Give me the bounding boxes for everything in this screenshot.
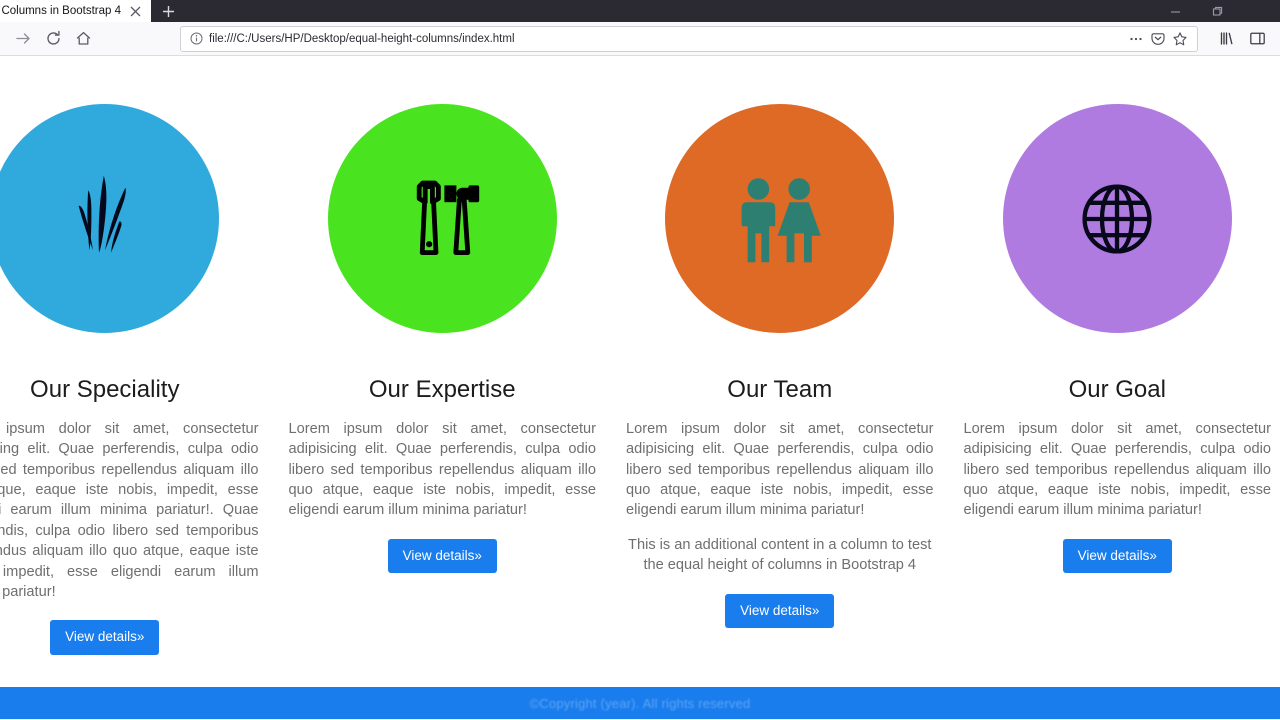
card-button-wrap: View details» <box>964 538 1272 574</box>
restore-button[interactable] <box>1196 0 1238 22</box>
card-icon-circle <box>1002 104 1232 333</box>
pocket-icon[interactable] <box>1147 28 1169 50</box>
reload-icon[interactable] <box>38 25 68 53</box>
info-icon[interactable] <box>187 30 205 48</box>
card-title: Our Team <box>727 376 833 403</box>
card-icon-circle <box>327 104 557 333</box>
new-tab-button[interactable] <box>156 1 180 21</box>
page-viewport: Our Speciality Lorem ipsum dolor sit ame… <box>0 56 1280 719</box>
toolbar-right <box>1212 25 1272 53</box>
card-title: Our Expertise <box>368 376 516 403</box>
view-details-button[interactable]: View details» <box>50 620 160 655</box>
navigation-bar: file:///C:/Users/HP/Desktop/equal-height… <box>0 22 1280 56</box>
tab-strip: Columns in Bootstrap 4 <box>0 0 1280 22</box>
card-icon-circle <box>665 104 895 333</box>
url-input[interactable]: file:///C:/Users/HP/Desktop/equal-height… <box>205 33 1125 45</box>
card-title: Our Goal <box>1068 376 1166 403</box>
url-bar[interactable]: file:///C:/Users/HP/Desktop/equal-height… <box>180 25 1198 52</box>
ellipsis-icon[interactable] <box>1125 28 1147 50</box>
card-column-team: Our Team Lorem ipsum dolor sit amet, con… <box>611 104 949 655</box>
cards-row: Our Speciality Lorem ipsum dolor sit ame… <box>0 56 1280 655</box>
people-icon <box>741 177 821 262</box>
tools-icon <box>417 180 480 255</box>
card-button-wrap: View details» <box>0 620 259 655</box>
home-icon[interactable] <box>68 25 98 53</box>
view-details-button[interactable]: View details» <box>387 538 497 574</box>
card-text: Lorem ipsum dolor sit amet, consectetur … <box>963 420 1272 519</box>
card-title: Our Speciality <box>30 376 180 403</box>
window-controls <box>1154 0 1280 22</box>
globe-icon <box>1082 183 1152 254</box>
library-icon[interactable] <box>1212 25 1242 53</box>
page-content: Our Speciality Lorem ipsum dolor sit ame… <box>0 56 1280 655</box>
sidebar-icon[interactable] <box>1242 25 1272 53</box>
card-icon-circle <box>0 104 220 333</box>
card-button-wrap: View details» <box>289 538 597 574</box>
card-column-expertise: Our Expertise Lorem ipsum dolor sit amet… <box>274 104 612 655</box>
copyright-text: ©Copyright (year). All rights reserved <box>529 695 751 711</box>
grass-icon <box>78 175 126 253</box>
minimize-button[interactable] <box>1154 0 1196 22</box>
star-icon[interactable] <box>1169 28 1191 50</box>
card-column-speciality: Our Speciality Lorem ipsum dolor sit ame… <box>0 104 274 655</box>
close-icon[interactable] <box>127 3 143 19</box>
card-text: Lorem ipsum dolor sit amet, consectetur … <box>288 420 597 519</box>
view-details-button[interactable]: View details» <box>1062 538 1172 574</box>
card-text: Lorem ipsum dolor sit amet, consectetur … <box>626 420 934 519</box>
card-extra-text: This is an additional content in a colum… <box>628 536 932 574</box>
card-text: Lorem ipsum dolor sit amet, consectetur … <box>0 420 259 601</box>
arrow-right-icon[interactable] <box>8 25 38 53</box>
view-details-button[interactable]: View details» <box>725 593 835 629</box>
card-button-wrap: View details» <box>626 593 934 629</box>
browser-chrome: Columns in Bootstrap 4 file:///C:/Users/… <box>0 0 1280 56</box>
page-footer: ©Copyright (year). All rights reserved <box>0 687 1280 719</box>
tab-title: Columns in Bootstrap 4 <box>1 5 121 17</box>
browser-tab-active[interactable]: Columns in Bootstrap 4 <box>0 0 151 22</box>
card-column-goal: Our Goal Lorem ipsum dolor sit amet, con… <box>949 104 1280 655</box>
